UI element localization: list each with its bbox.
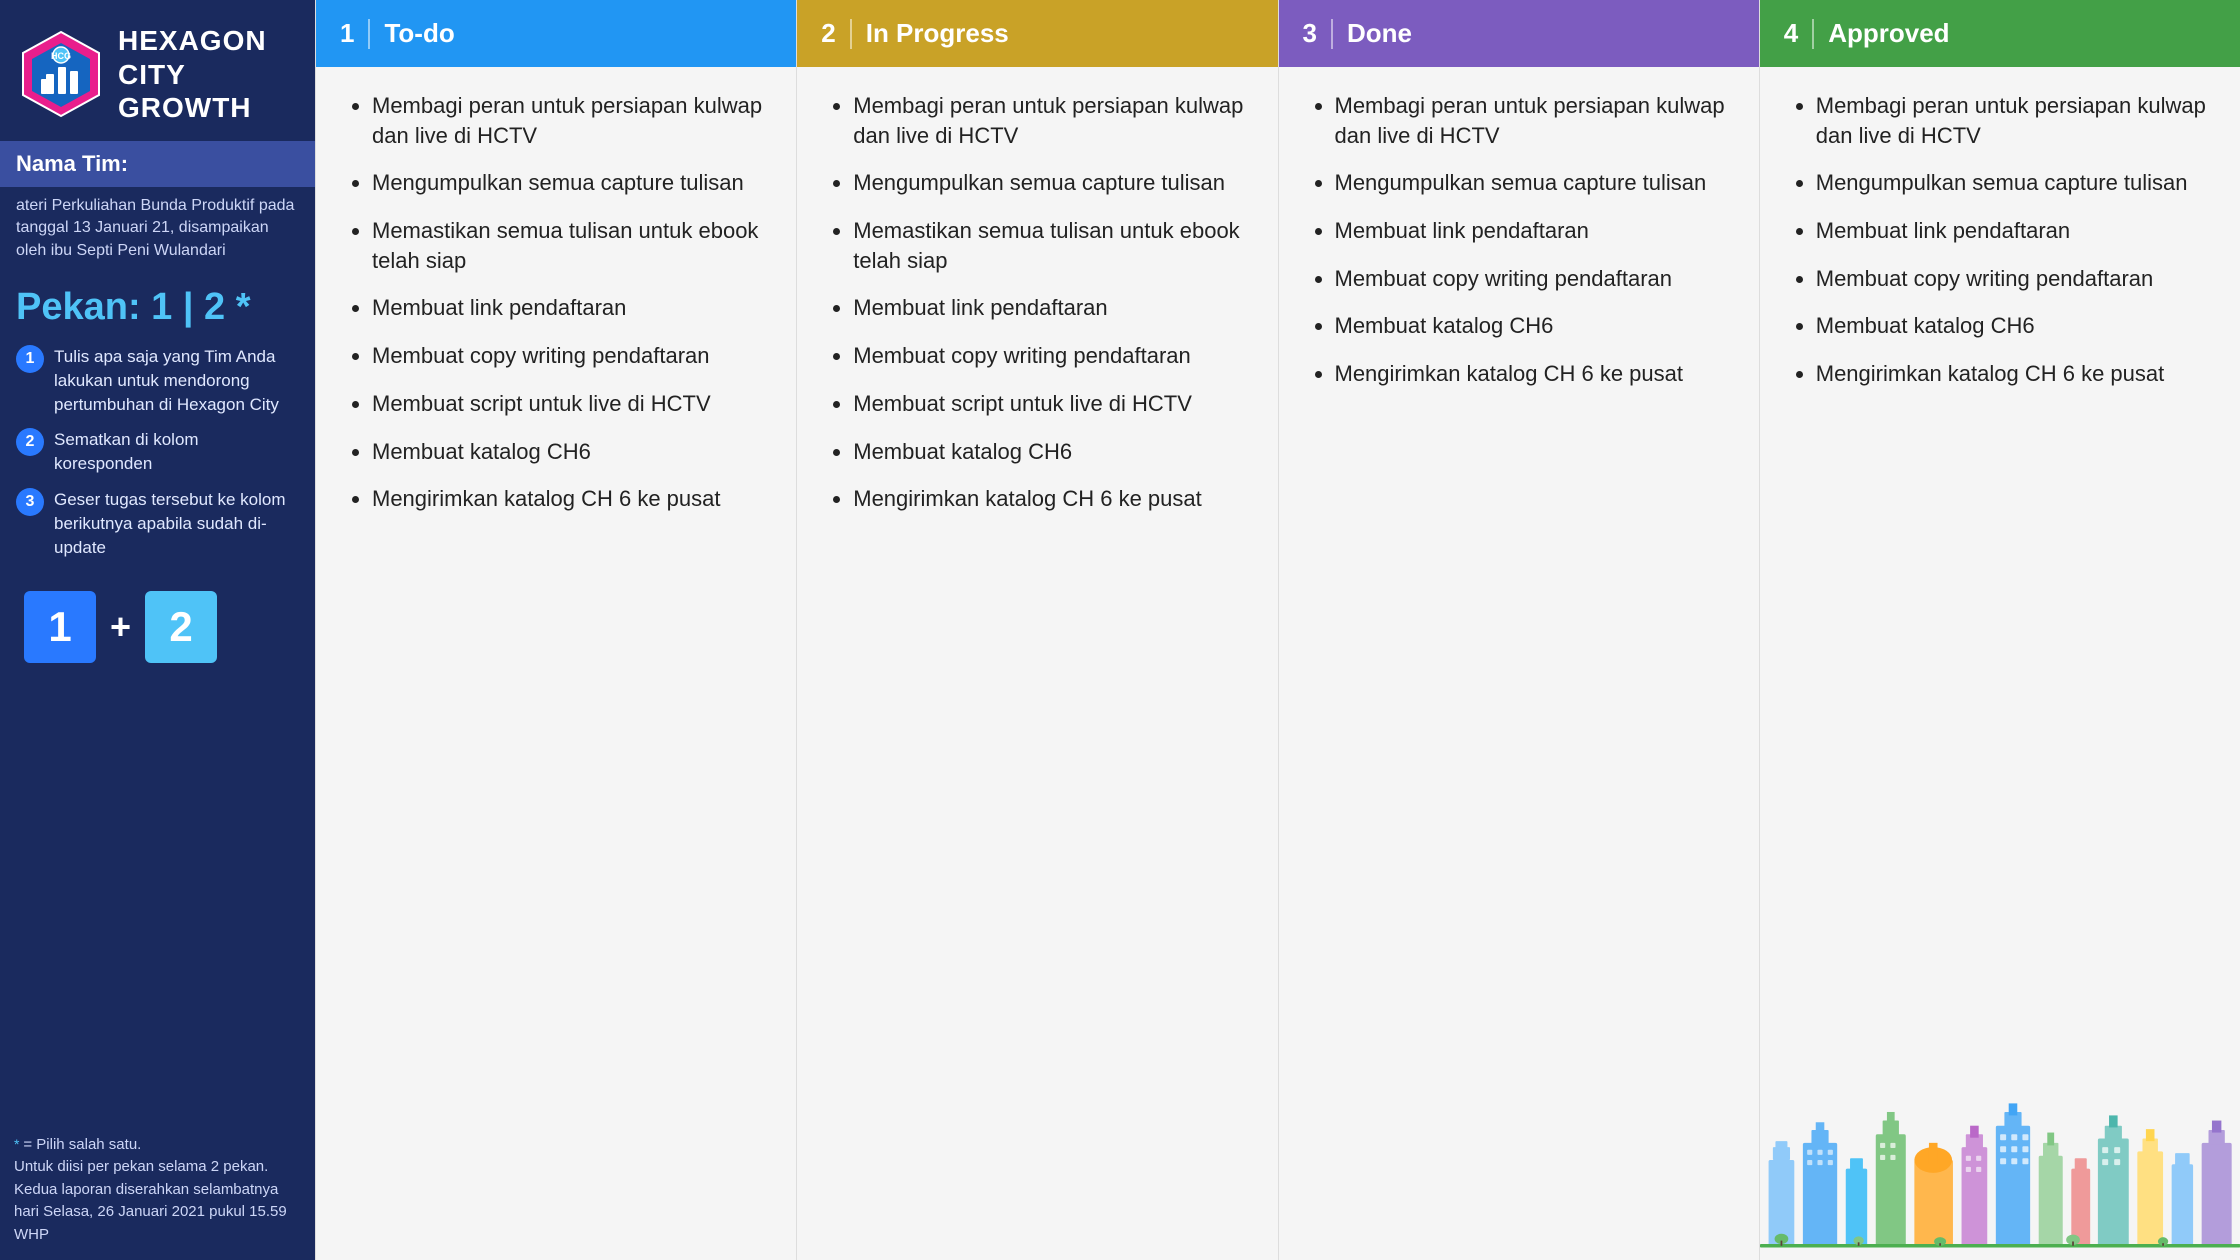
- instruction-text-1: Tulis apa saja yang Tim Anda lakukan unt…: [54, 345, 299, 416]
- sidebar-title: Hexagon CityGrowth: [118, 24, 299, 125]
- instruction-2: 2 Sematkan di kolom koresponden: [16, 428, 299, 476]
- task-item: Membuat katalog CH6: [1816, 311, 2212, 341]
- column-done: 3 Done Membagi peran untuk persiapan kul…: [1278, 0, 1759, 1260]
- instruction-number-2: 2: [16, 428, 44, 456]
- instruction-text-2: Sematkan di kolom koresponden: [54, 428, 299, 476]
- pekan-asterisk: *: [236, 286, 251, 328]
- column-approved: 4 Approved Membagi peran untuk persiapan…: [1759, 0, 2240, 1260]
- col-num-done: 3: [1303, 18, 1317, 49]
- task-item: Membuat script untuk live di HCTV: [372, 389, 768, 419]
- task-item: Membuat katalog CH6: [372, 437, 768, 467]
- task-item: Mengumpulkan semua capture tulisan: [372, 168, 768, 198]
- col-title-todo: To-do: [384, 18, 454, 49]
- pekan-box-1: 1: [24, 591, 96, 663]
- task-item: Membuat link pendaftaran: [372, 293, 768, 323]
- task-item: Membuat copy writing pendaftaran: [853, 341, 1249, 371]
- col-divider-inprogress: [850, 19, 852, 49]
- instruction-number-1: 1: [16, 345, 44, 373]
- col-divider-approved: [1812, 19, 1814, 49]
- task-item: Membuat copy writing pendaftaran: [372, 341, 768, 371]
- column-header-done: 3 Done: [1279, 0, 1759, 67]
- pekan-label: Pekan: 1 | 2 *: [0, 270, 315, 337]
- kanban-board: 1 To-do Membagi peran untuk persiapan ku…: [315, 0, 2240, 1260]
- task-item: Membagi peran untuk persiapan kulwap dan…: [853, 91, 1249, 150]
- column-header-inprogress: 2 In Progress: [797, 0, 1277, 67]
- task-item: Memastikan semua tulisan untuk ebook tel…: [853, 216, 1249, 275]
- task-list-todo: Membagi peran untuk persiapan kulwap dan…: [344, 91, 768, 514]
- task-list-inprogress: Membagi peran untuk persiapan kulwap dan…: [825, 91, 1249, 514]
- sidebar-info: ateri Perkuliahan Bunda Produktif pada t…: [0, 187, 315, 270]
- col-divider-todo: [368, 19, 370, 49]
- instruction-1: 1 Tulis apa saja yang Tim Anda lakukan u…: [16, 345, 299, 416]
- footnote-line1: * = Pilih salah satu.: [14, 1134, 301, 1157]
- instruction-number-3: 3: [16, 488, 44, 516]
- task-item: Membagi peran untuk persiapan kulwap dan…: [1335, 91, 1731, 150]
- task-item: Membuat copy writing pendaftaran: [1335, 264, 1731, 294]
- col-divider-done: [1331, 19, 1333, 49]
- task-item: Memastikan semua tulisan untuk ebook tel…: [372, 216, 768, 275]
- col-num-inprogress: 2: [821, 18, 835, 49]
- task-item: Mengirimkan katalog CH 6 ke pusat: [372, 484, 768, 514]
- task-item: Mengumpulkan semua capture tulisan: [1816, 168, 2212, 198]
- hexagon-logo: HCG: [16, 29, 106, 119]
- task-item: Mengirimkan katalog CH 6 ke pusat: [853, 484, 1249, 514]
- task-item: Membuat script untuk live di HCTV: [853, 389, 1249, 419]
- task-item: Membagi peran untuk persiapan kulwap dan…: [1816, 91, 2212, 150]
- instructions: 1 Tulis apa saja yang Tim Anda lakukan u…: [0, 337, 315, 567]
- task-item: Membuat katalog CH6: [1335, 311, 1731, 341]
- pekan-boxes: 1 + 2: [0, 567, 315, 671]
- sidebar-header: HCG Hexagon CityGrowth: [0, 0, 315, 141]
- col-title-inprogress: In Progress: [866, 18, 1009, 49]
- task-item: Mengumpulkan semua capture tulisan: [1335, 168, 1731, 198]
- task-item: Membuat link pendaftaran: [853, 293, 1249, 323]
- task-item: Mengumpulkan semua capture tulisan: [853, 168, 1249, 198]
- footnote-line2: Untuk diisi per pekan selama 2 pekan.: [14, 1156, 301, 1179]
- column-body-todo: Membagi peran untuk persiapan kulwap dan…: [316, 67, 796, 1260]
- col-num-approved: 4: [1784, 18, 1798, 49]
- task-item: Membuat link pendaftaran: [1335, 216, 1731, 246]
- column-body-approved: Membagi peran untuk persiapan kulwap dan…: [1760, 67, 2240, 1260]
- col-num-todo: 1: [340, 18, 354, 49]
- plus-sign: +: [110, 606, 131, 648]
- task-item: Mengirimkan katalog CH 6 ke pusat: [1816, 359, 2212, 389]
- task-list-done: Membagi peran untuk persiapan kulwap dan…: [1307, 91, 1731, 389]
- col-title-approved: Approved: [1828, 18, 1949, 49]
- col-title-done: Done: [1347, 18, 1412, 49]
- column-body-done: Membagi peran untuk persiapan kulwap dan…: [1279, 67, 1759, 1260]
- column-inprogress: 2 In Progress Membagi peran untuk persia…: [796, 0, 1277, 1260]
- column-header-approved: 4 Approved: [1760, 0, 2240, 67]
- task-item: Membuat copy writing pendaftaran: [1816, 264, 2212, 294]
- city-skyline: [1760, 1060, 2240, 1260]
- svg-text:HCG: HCG: [51, 51, 71, 61]
- column-todo: 1 To-do Membagi peran untuk persiapan ku…: [315, 0, 796, 1260]
- footnote-asterisk: *: [14, 1136, 23, 1152]
- task-item: Mengirimkan katalog CH 6 ke pusat: [1335, 359, 1731, 389]
- pekan-box-2: 2: [145, 591, 217, 663]
- instruction-3: 3 Geser tugas tersebut ke kolom berikutn…: [16, 488, 299, 559]
- task-item: Membuat katalog CH6: [853, 437, 1249, 467]
- task-item: Membuat link pendaftaran: [1816, 216, 2212, 246]
- nama-tim-label: Nama Tim:: [0, 141, 315, 187]
- sidebar: HCG Hexagon CityGrowth Nama Tim: ateri P…: [0, 0, 315, 1260]
- column-header-todo: 1 To-do: [316, 0, 796, 67]
- instruction-text-3: Geser tugas tersebut ke kolom berikutnya…: [54, 488, 299, 559]
- footnotes: * = Pilih salah satu. Untuk diisi per pe…: [0, 1134, 315, 1247]
- footnote-line3: Kedua laporan diserahkan selambatnya har…: [14, 1179, 301, 1247]
- task-item: Membagi peran untuk persiapan kulwap dan…: [372, 91, 768, 150]
- task-list-approved: Membagi peran untuk persiapan kulwap dan…: [1788, 91, 2212, 389]
- column-body-inprogress: Membagi peran untuk persiapan kulwap dan…: [797, 67, 1277, 1260]
